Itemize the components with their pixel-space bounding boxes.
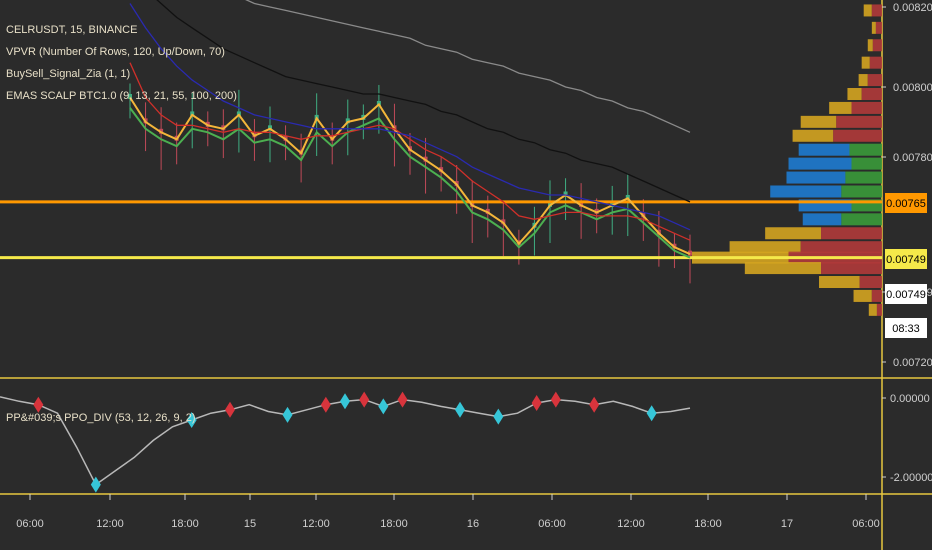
price-tag-text: 0.00749 xyxy=(886,254,926,266)
time-tick-label: 12:00 xyxy=(302,518,330,530)
volume-profile-bar-up xyxy=(863,4,872,17)
volume-profile-bar-up xyxy=(847,88,862,100)
volume-profile-bar-down xyxy=(800,241,882,254)
volume-profile-bar-down xyxy=(851,101,882,114)
volume-profile-bar-down xyxy=(859,276,882,288)
volume-profile-bar-down xyxy=(871,4,882,17)
vpvr-indicator-label[interactable]: VPVR (Number Of Rows, 120, Up/Down, 70) xyxy=(6,46,225,58)
price-tag: 08:33 xyxy=(885,318,927,338)
symbol-label[interactable]: CELRUSDT, 15, BINANCE xyxy=(6,24,137,36)
volume-profile-bar-down xyxy=(851,157,882,170)
volume-profile-bar-up xyxy=(786,171,846,184)
price-tick-label: 0.00800 xyxy=(893,82,932,94)
volume-profile-bar-down xyxy=(841,185,882,198)
time-tick-label: 06:00 xyxy=(538,518,566,530)
price-tag-text: 0.00765 xyxy=(886,198,926,210)
volume-profile-bar-up xyxy=(853,289,872,302)
time-tick-label: 15 xyxy=(244,518,256,530)
volume-profile-bar-up xyxy=(792,129,834,142)
time-tick-label: 12:00 xyxy=(617,518,645,530)
volume-profile-bar-down xyxy=(861,88,882,100)
volume-profile-bar-up xyxy=(871,21,876,34)
volume-profile-bar-down xyxy=(867,74,882,87)
volume-profile-bar-up xyxy=(802,213,842,226)
volume-profile-bar-down xyxy=(821,262,882,275)
price-tag: 0.00749 xyxy=(885,284,927,304)
price-tag: 0.00749 xyxy=(885,249,927,269)
time-tick-label: 17 xyxy=(781,518,793,530)
volume-profile-bar-down xyxy=(872,39,882,52)
volume-profile-bar-up xyxy=(861,56,870,69)
price-tick-label: 0.00780 xyxy=(893,152,932,164)
buysell-indicator-label[interactable]: BuySell_Signal_Zia (1, 1) xyxy=(6,68,130,80)
trading-chart[interactable]: 0.00820 0.00800 0.00780 0.00749 0.00720 0.007… xyxy=(0,0,932,550)
background xyxy=(0,0,932,550)
price-tick-label: 0.00820 xyxy=(893,2,932,14)
volume-profile-bar-up xyxy=(788,157,852,170)
volume-profile-bar-down xyxy=(841,213,882,226)
volume-profile-bar-up xyxy=(829,101,852,114)
ppo-indicator-label[interactable]: PP&#039;s PPO_DIV (53, 12, 26, 9, 2) xyxy=(6,412,196,424)
volume-profile-bar-up xyxy=(800,115,837,128)
time-tick-label: 06:00 xyxy=(852,518,880,530)
volume-profile-bar-up xyxy=(729,241,801,254)
ppo-tick-label: -2.00000 xyxy=(890,472,932,484)
price-tag: 0.00765 xyxy=(885,193,927,213)
volume-profile-bar-down xyxy=(849,143,882,156)
time-tick-label: 06:00 xyxy=(16,518,44,530)
price-tag-text: 0.00749 xyxy=(886,289,926,301)
price-tick-label: 0.00720 xyxy=(893,357,932,369)
volume-profile-bar-up xyxy=(798,143,850,156)
volume-profile-bar-down xyxy=(836,115,882,128)
volume-profile-bar-up xyxy=(867,39,873,52)
volume-profile-bar-up xyxy=(819,276,860,288)
time-tick-label: 12:00 xyxy=(96,518,124,530)
price-tag-text: 08:33 xyxy=(892,323,920,335)
volume-profile-bar-up xyxy=(770,185,842,198)
volume-profile-bar-up xyxy=(858,74,868,87)
ema-indicator-label[interactable]: EMAS SCALP BTC1.0 (9, 13, 21, 55, 100, 2… xyxy=(6,90,237,102)
volume-profile-bar-up xyxy=(868,303,877,316)
time-tick-label: 18:00 xyxy=(694,518,722,530)
volume-profile-bar-down xyxy=(821,227,882,240)
volume-profile-bar-down xyxy=(871,289,882,302)
volume-profile-bar-down xyxy=(869,56,882,69)
volume-profile-bar-up xyxy=(744,262,822,275)
volume-profile-bar-down xyxy=(845,171,882,184)
volume-profile-bar-down xyxy=(875,21,882,34)
ppo-tick-label: 0.00000 xyxy=(890,393,930,405)
volume-profile-bar-down xyxy=(876,303,882,316)
time-tick-label: 16 xyxy=(467,518,479,530)
time-tick-label: 18:00 xyxy=(380,518,408,530)
time-tick-label: 18:00 xyxy=(171,518,199,530)
volume-profile-bar-down xyxy=(833,129,882,142)
volume-profile-bar-up xyxy=(765,227,822,240)
